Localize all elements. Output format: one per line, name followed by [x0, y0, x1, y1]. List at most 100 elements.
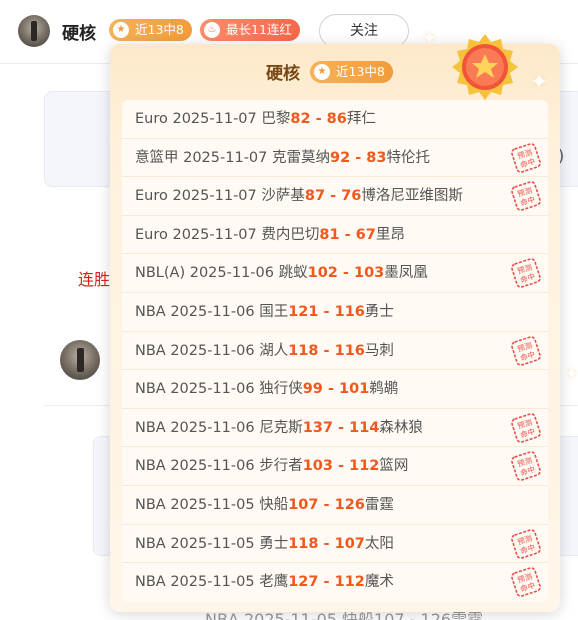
match-league: NBA [135, 342, 166, 359]
match-home-team: 老鹰 [259, 574, 289, 591]
match-row[interactable]: NBA 2025-11-06 独行侠99 - 101鹈鹕 [122, 370, 548, 409]
match-home-team: 独行侠 [259, 381, 303, 398]
match-date: 2025-11-06 [170, 381, 255, 398]
match-row[interactable]: 意篮甲 2025-11-07 克雷莫纳92 - 83特伦托 预测 命中 [122, 139, 548, 178]
match-date: 2025-11-06 [170, 458, 255, 475]
match-row[interactable]: Euro 2025-11-07 巴黎82 - 86拜仁 [122, 100, 548, 139]
match-away-team: 篮网 [379, 458, 409, 475]
match-date: 2025-11-07 [172, 226, 257, 243]
prediction-hit-stamp-icon: 预测命中 [511, 567, 541, 598]
match-score: 118 - 107 [288, 535, 365, 552]
match-away-team: 特伦托 [386, 149, 430, 166]
match-row[interactable]: Euro 2025-11-07 沙萨基87 - 76博洛尼亚维图斯 预测 命中 [122, 177, 548, 216]
sparkle-icon: ✦ [422, 28, 438, 49]
match-score: 87 - 76 [304, 188, 362, 205]
match-row[interactable]: NBA 2025-11-06 步行者103 - 112篮网 预测 命中 [122, 447, 548, 486]
match-date: 2025-11-05 [170, 535, 255, 552]
match-away-team: 里昂 [375, 226, 405, 243]
match-away-team: 墨凤凰 [384, 265, 428, 282]
match-away-team: 博洛尼亚维图斯 [361, 188, 463, 205]
match-home-team: 湖人 [259, 342, 289, 359]
match-away-team: 魔术 [364, 574, 394, 591]
max-streak-badge-label: 最长11连红 [226, 22, 292, 37]
prediction-history-popover: ✦ ✦ ✦ 硬核 ★ 近13中8 Euro 2025-11-07 巴黎82 - … [110, 28, 578, 612]
star-icon: ★ [314, 64, 330, 80]
match-away-team: 马刺 [364, 342, 394, 359]
match-row[interactable]: Euro 2025-11-07 费内巴切81 - 67里昂 [122, 216, 548, 255]
username[interactable]: 硬核 [62, 19, 96, 44]
match-league: NBA [135, 535, 166, 552]
flame-icon: ♨ [204, 22, 220, 38]
match-away-team: 拜仁 [346, 111, 376, 127]
match-league: Euro [135, 188, 168, 205]
match-home-team: 勇士 [259, 535, 289, 552]
match-row[interactable]: NBA 2025-11-06 尼克斯137 - 114森林狼 预测 命中 [122, 409, 548, 448]
match-score: 81 - 67 [319, 226, 376, 243]
match-home-team: 快船 [259, 496, 289, 513]
streak-badge-label: 近13中8 [135, 22, 184, 37]
match-score: 118 - 116 [288, 342, 365, 359]
match-league: Euro [135, 111, 168, 127]
star-icon: ★ [113, 22, 129, 38]
match-date: 2025-11-05 [170, 574, 255, 591]
match-score: 102 - 103 [307, 265, 385, 282]
match-date: 2025-11-06 [170, 303, 255, 320]
prediction-hit-stamp-icon: 预测命中 [511, 451, 541, 482]
match-home-team: 国王 [259, 303, 289, 320]
match-home-team: 巴黎 [261, 111, 291, 127]
match-row[interactable]: NBA 2025-11-05 快船107 - 126雷霆 [122, 486, 548, 525]
prediction-hit-stamp-icon: 预测命中 [511, 142, 541, 173]
match-score: 107 - 126 [288, 496, 365, 513]
match-home-team: 尼克斯 [259, 419, 303, 436]
max-streak-badge[interactable]: ♨ 最长11连红 [200, 19, 300, 41]
follow-button[interactable]: 关注 [319, 14, 409, 48]
match-score: 92 - 83 [330, 149, 387, 166]
match-home-team: 沙萨基 [261, 188, 305, 205]
match-league: NBA [135, 381, 166, 398]
match-score: 103 - 112 [302, 458, 380, 475]
sparkle-icon: ✦ [530, 70, 549, 95]
match-date: 2025-11-06 [170, 342, 255, 359]
match-score: 127 - 112 [288, 574, 365, 591]
avatar[interactable] [18, 15, 50, 47]
match-row[interactable]: NBA 2025-11-06 湖人118 - 116马刺 预测 命中 [122, 332, 548, 371]
match-score: 99 - 101 [302, 381, 370, 398]
match-score: 82 - 86 [290, 111, 347, 127]
match-home-team: 步行者 [259, 458, 303, 475]
match-row[interactable]: NBA 2025-11-05 勇士118 - 107太阳 预测 命中 [122, 525, 548, 564]
match-home-team: 跳蚁 [278, 265, 308, 282]
match-away-team: 雷霆 [364, 496, 394, 513]
match-league: NBA [135, 496, 166, 513]
streak-badge-label: 近13中8 [336, 64, 385, 79]
match-date: 2025-11-06 [189, 265, 274, 282]
prediction-hit-stamp-icon: 预测命中 [511, 258, 541, 289]
match-league: 意篮甲 [135, 149, 179, 166]
prediction-hit-stamp-icon: 预测命中 [511, 335, 541, 366]
match-league: NBA [135, 419, 166, 436]
match-away-team: 森林狼 [379, 419, 423, 436]
popover-title: 硬核 [266, 64, 300, 84]
prediction-hit-stamp-icon: 预测命中 [511, 528, 541, 559]
match-date: 2025-11-07 [183, 149, 268, 166]
match-row[interactable]: NBL(A) 2025-11-06 跳蚁102 - 103墨凤凰 预测 命中 [122, 254, 548, 293]
match-date: 2025-11-06 [170, 419, 255, 436]
prediction-hit-stamp-icon: 预测命中 [511, 181, 541, 212]
match-date: 2025-11-07 [172, 111, 257, 127]
prediction-hit-stamp-icon: 预测命中 [511, 412, 541, 443]
match-league: NBA [135, 303, 166, 320]
sparkle-icon: ✦ [565, 364, 578, 383]
match-row[interactable]: NBA 2025-11-06 国王121 - 116勇士 [122, 293, 548, 332]
match-league: NBA [135, 458, 166, 475]
match-row[interactable]: NBA 2025-11-05 老鹰127 - 112魔术 预测 命中 [122, 563, 548, 602]
match-away-team: 太阳 [364, 535, 394, 552]
match-league: NBL(A) [135, 265, 186, 282]
medal-icon [452, 34, 518, 100]
avatar[interactable] [60, 340, 100, 380]
match-home-team: 克雷莫纳 [272, 149, 330, 166]
match-date: 2025-11-07 [172, 188, 257, 205]
streak-badge[interactable]: ★ 近13中8 [109, 19, 192, 41]
match-league: Euro [135, 226, 168, 243]
match-score: 137 - 114 [302, 419, 380, 436]
match-away-team: 勇士 [364, 303, 394, 320]
match-score: 121 - 116 [288, 303, 365, 320]
